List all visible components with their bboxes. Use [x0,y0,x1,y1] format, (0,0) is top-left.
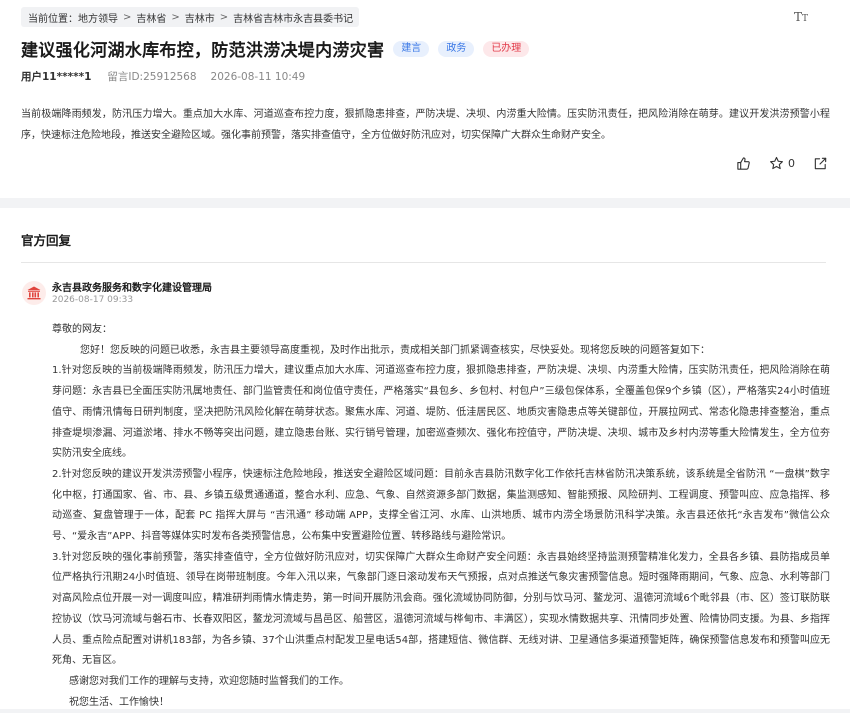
breadcrumb-separator: > [219,11,229,23]
font-size-icon[interactable]: TT [794,10,808,24]
breadcrumb-separator: > [123,11,132,23]
breadcrumb-separator: > [171,11,180,23]
breadcrumb: 当前位置： 地方领导 > 吉林省 > 吉林市 > 吉林省吉林市永吉县委书记 [21,7,360,27]
reply-point-1: 1.针对您反映的当前极端降雨频发，防汛压力增大，建议重点加大水库、河道巡查布控力… [52,365,830,460]
section-title: 官方回复 [21,233,72,248]
title-row: 建议强化河湖水库布控，防范洪涝决堤内涝灾害 建言 政务 已办理 [21,36,530,61]
star-icon [770,156,783,170]
reply-greeting: 尊敬的网友： [52,324,112,335]
page-title: 建议强化河湖水库布控，防范洪涝决堤内涝灾害 [21,41,385,61]
reply-card: 官方回复 永吉县政务服务和数字化建设管理局 2026-08-17 09:33 尊… [0,208,850,709]
star-button[interactable]: 0 [769,156,795,171]
message-actions: 0 [718,156,828,171]
status-badge: 已办理 [483,40,530,57]
breadcrumb-item[interactable]: 吉林省 [136,10,166,25]
tag-category: 建言 [393,40,430,57]
org-avatar [22,281,46,305]
user-name: 用户11*****1 [21,71,92,83]
reply-point-3: 3.针对您反映的强化事前预警，落实排查值守，全方位做好防汛应对，切实保障广大群众… [52,551,830,667]
reply-point-2: 2.针对您反映的建议开发洪涝预警小程序，快速标注危险地段，推送安全避险区域问题：… [52,468,830,543]
reply-time: 2026-08-17 09:33 [52,295,134,305]
tag-type: 政务 [438,40,475,57]
divider [21,262,826,263]
reply-content: 尊敬的网友： 您好！您反映的问题已收悉，永吉县主要领导高度重视，及时作出批示，责… [52,320,830,713]
thumbs-up-icon [737,157,750,170]
reply-thanks: 感谢您对我们工作的理解与支持，欢迎您随时监督我们的工作。 [69,675,349,687]
org-name: 永吉县政务服务和数字化建设管理局 [52,283,212,294]
share-icon [814,157,827,170]
message-time: 2026-08-11 10:49 [210,70,306,83]
message-meta: 用户11*****1 留言ID:25912568 2026-08-11 10:4… [21,69,305,84]
share-button[interactable] [813,156,828,171]
like-button[interactable] [736,156,751,171]
message-content: 当前极端降雨频发，防汛压力增大。重点加大水库、河道巡查布控力度，狠抓隐患排查，严… [21,109,830,141]
reply-wish: 祝您生活、工作愉快！ [69,696,169,708]
message-card: 当前位置： 地方领导 > 吉林省 > 吉林市 > 吉林省吉林市永吉县委书记 TT… [0,0,850,198]
reply-intro: 您好！您反映的问题已收悉，永吉县主要领导高度重视，及时作出批示，责成相关部门抓紧… [80,344,710,356]
breadcrumb-item[interactable]: 吉林市 [185,10,215,25]
breadcrumb-item[interactable]: 地方领导 [78,10,118,25]
breadcrumb-item[interactable]: 吉林省吉林市永吉县委书记 [233,10,353,25]
star-count: 0 [788,157,795,170]
message-id: 留言ID:25912568 [107,71,197,83]
breadcrumb-prefix: 当前位置： [28,13,78,25]
government-building-icon [27,286,41,300]
